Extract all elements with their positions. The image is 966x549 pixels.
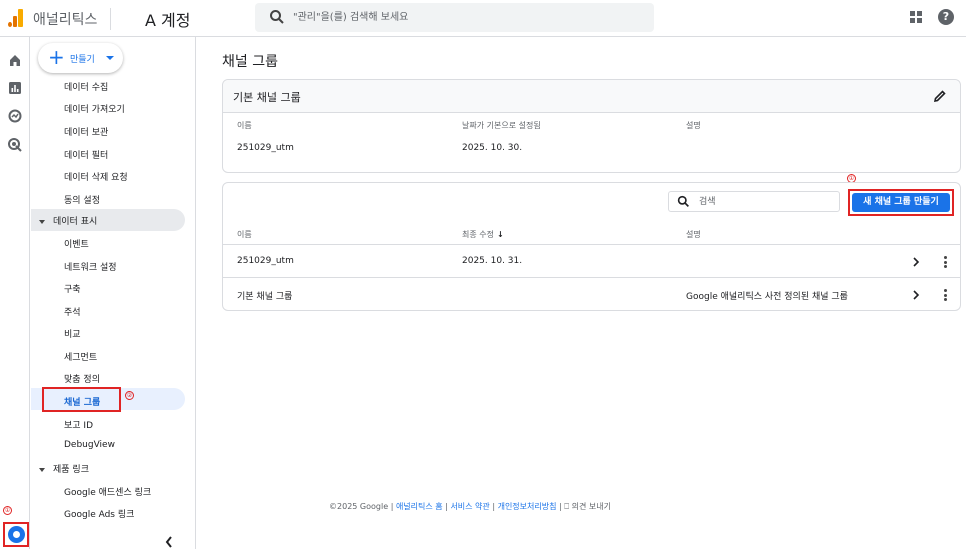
column-header-last-modified[interactable]: 최종 수정 ↓ bbox=[462, 229, 504, 240]
chevron-right-icon[interactable] bbox=[912, 257, 920, 267]
nav-item-data-retention[interactable]: 데이터 보관 bbox=[64, 125, 108, 138]
edit-pencil-icon[interactable] bbox=[933, 89, 947, 103]
create-label: 만들기 bbox=[70, 55, 95, 65]
chevron-left-icon[interactable] bbox=[164, 535, 174, 549]
caret-down-icon bbox=[39, 219, 45, 224]
nav-item-events[interactable]: 이벤트 bbox=[64, 237, 89, 250]
more-vert-icon[interactable] bbox=[944, 256, 948, 268]
annotation-marker-channel-group: ② bbox=[125, 391, 134, 400]
nav-item-data-import[interactable]: 데이터 가져오기 bbox=[64, 102, 125, 115]
default-channel-group-card: 기본 채널 그룹 이름 날짜가 기본으로 설정됨 설명 251029_utm 2… bbox=[222, 79, 961, 173]
row-divider bbox=[223, 277, 960, 278]
explore-icon[interactable] bbox=[7, 108, 23, 124]
apps-grid-icon[interactable] bbox=[910, 11, 922, 23]
nav-item-custom-definitions[interactable]: 맞춤 정의 bbox=[64, 372, 100, 385]
nav-section-product-links[interactable]: 제품 링크 bbox=[39, 462, 89, 475]
search-icon bbox=[270, 10, 284, 24]
footer-separator: | bbox=[559, 502, 562, 511]
nav-section-data-display[interactable]: 데이터 표시 bbox=[39, 214, 97, 227]
footer-link-terms[interactable]: 서비스 약관 bbox=[450, 502, 489, 511]
default-date-value: 2025. 10. 30. bbox=[462, 143, 523, 153]
row-1-name[interactable]: 251029_utm bbox=[237, 256, 294, 266]
row-2-description: Google 애널리틱스 사전 정의된 채널 그룹 bbox=[686, 292, 848, 302]
copyright: ©2025 Google | bbox=[329, 502, 394, 511]
footer-link-feedback[interactable]: 의견 보내기 bbox=[572, 502, 611, 511]
admin-nav: + 만들기 데이터 수집 데이터 가져오기 데이터 보관 데이터 필터 데이터 … bbox=[31, 37, 196, 549]
default-name-value: 251029_utm bbox=[237, 143, 294, 153]
plus-icon: + bbox=[48, 45, 65, 69]
chevron-down-icon bbox=[106, 56, 114, 60]
settings-gear-icon[interactable] bbox=[8, 526, 25, 543]
chevron-right-icon[interactable] bbox=[912, 290, 920, 300]
nav-item-adsense-links[interactable]: Google 애드센스 링크 bbox=[64, 485, 151, 498]
footer-link-home[interactable]: 애널리틱스 홈 bbox=[396, 502, 443, 511]
table-search[interactable] bbox=[668, 191, 840, 212]
nav-item-comparisons[interactable]: 비교 bbox=[64, 327, 81, 340]
page-title: 채널 그룹 bbox=[222, 54, 278, 70]
search-icon bbox=[677, 195, 689, 207]
column-header-description: 설명 bbox=[686, 121, 701, 130]
search-input[interactable] bbox=[293, 8, 633, 27]
left-rail bbox=[0, 37, 30, 549]
nav-item-ads-links[interactable]: Google Ads 링크 bbox=[64, 507, 134, 520]
reports-icon[interactable] bbox=[7, 80, 23, 96]
column-header-default: 날짜가 기본으로 설정됨 bbox=[462, 121, 541, 130]
channel-group-list-card: 새 채널 그룹 만들기 이름 최종 수정↓ 설명 251029_utm 2025… bbox=[222, 182, 961, 311]
column-header-name: 이름 bbox=[237, 230, 252, 239]
settings-highlight bbox=[3, 522, 29, 547]
nav-item-debugview[interactable]: DebugView bbox=[64, 440, 115, 450]
nav-item-build[interactable]: 구축 bbox=[64, 282, 81, 295]
nav-item-data-deletion[interactable]: 데이터 삭제 요청 bbox=[64, 170, 128, 183]
nav-item-report-id[interactable]: 보고 ID bbox=[64, 418, 93, 431]
new-button-annotation-box: 새 채널 그룹 만들기 bbox=[848, 189, 954, 216]
nav-item-consent[interactable]: 동의 설정 bbox=[64, 193, 100, 206]
table-search-input[interactable] bbox=[699, 195, 829, 209]
footer-separator: | bbox=[445, 502, 448, 511]
nav-item-data-collection[interactable]: 데이터 수집 bbox=[64, 80, 108, 93]
card-header: 기본 채널 그룹 bbox=[223, 80, 960, 113]
account-selector[interactable]: A 계정 bbox=[145, 7, 190, 31]
annotation-marker-settings: ① bbox=[3, 506, 12, 515]
card-title: 기본 채널 그룹 bbox=[233, 91, 301, 104]
divider bbox=[110, 8, 111, 30]
new-channel-group-button[interactable]: 새 채널 그룹 만들기 bbox=[852, 193, 950, 212]
caret-down-icon bbox=[39, 467, 45, 472]
global-search[interactable] bbox=[255, 3, 654, 32]
column-header-description: 설명 bbox=[686, 230, 701, 239]
footer-separator: | bbox=[492, 502, 496, 511]
footer-link-privacy[interactable]: 개인정보처리방침 bbox=[498, 502, 557, 511]
feedback-icon: ⎕ bbox=[564, 502, 570, 511]
create-button[interactable]: + 만들기 bbox=[38, 43, 123, 73]
nav-item-channel-groups[interactable]: 채널 그룹 bbox=[64, 395, 100, 408]
help-icon[interactable]: ? bbox=[938, 9, 954, 25]
row-divider bbox=[223, 244, 960, 245]
nav-item-annotations[interactable]: 주석 bbox=[64, 305, 81, 318]
footer: ©2025 Google | 애널리틱스 홈 | 서비스 약관 | 개인정보처리… bbox=[240, 501, 700, 512]
nav-item-segments[interactable]: 세그먼트 bbox=[64, 350, 97, 363]
brand-name[interactable]: 애널리틱스 bbox=[33, 9, 97, 29]
row-2-name[interactable]: 기본 채널 그룹 bbox=[237, 289, 292, 302]
nav-item-network[interactable]: 네트워크 설정 bbox=[64, 260, 117, 273]
row-1-modified: 2025. 10. 31. bbox=[462, 256, 523, 266]
analytics-logo-icon[interactable] bbox=[8, 9, 23, 27]
main-content: 채널 그룹 기본 채널 그룹 이름 날짜가 기본으로 설정됨 설명 251029… bbox=[196, 37, 966, 549]
top-bar: 애널리틱스 A 계정 ? bbox=[0, 0, 966, 37]
nav-item-data-filters[interactable]: 데이터 필터 bbox=[64, 148, 108, 161]
home-icon[interactable] bbox=[7, 52, 23, 68]
advertising-icon[interactable] bbox=[7, 137, 23, 153]
sort-down-arrow-icon: ↓ bbox=[496, 230, 504, 239]
column-header-name: 이름 bbox=[237, 121, 252, 130]
more-vert-icon[interactable] bbox=[944, 289, 948, 301]
